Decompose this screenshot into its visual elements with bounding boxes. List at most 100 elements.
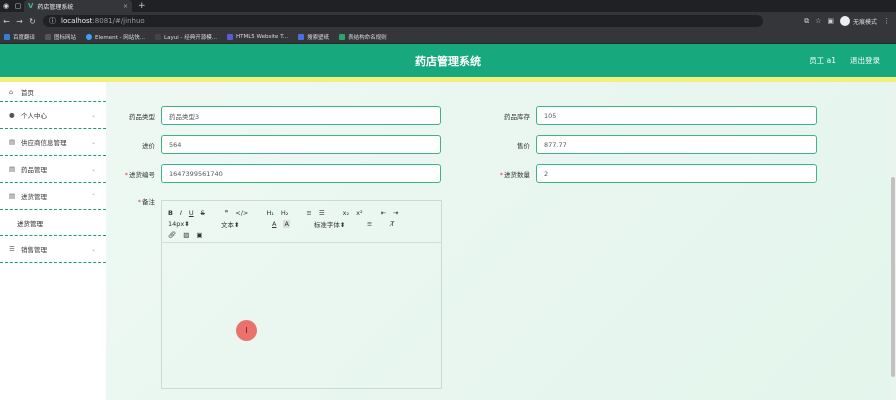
forward-icon[interactable]: → [13,17,26,26]
field-label: 售价 [517,141,530,150]
field-purchase-code: *进货编号 1647399561740 [119,164,441,183]
field-label: 备注 [142,198,155,206]
back-icon[interactable]: ← [0,17,13,26]
quantity-input[interactable]: 2 [536,164,817,183]
sidebar-item-label: 供应商信息管理 [21,139,67,147]
select-arrow-icon: ⬍ [339,220,346,229]
chevron-down-icon: ⌄ [90,245,96,253]
ordered-list-button[interactable]: ≡ [306,209,311,217]
header2-button[interactable]: H₂ [281,209,289,217]
blockquote-button[interactable]: ❞ [225,209,229,217]
vue-logo-icon: V [28,2,34,10]
chevron-down-icon: ⌄ [90,111,96,119]
purchase-code-input[interactable]: 1647399561740 [161,164,441,183]
bookmark-icon [86,33,93,40]
sidebar-item-label: 进货管理 [17,219,43,228]
bookmark-item[interactable]: 表结构命名规则 [339,33,387,41]
info-icon: ⓘ [49,17,56,25]
more-icon[interactable]: ⋮ [883,17,890,25]
translate-icon[interactable]: ⧉ [804,17,809,26]
image-icon[interactable]: ▨ [183,231,189,239]
italic-button[interactable]: I [180,209,182,217]
stock-input[interactable]: 105 [536,106,817,125]
scrollbar-thumb[interactable] [891,177,895,377]
link-icon[interactable]: 🔗︎ [168,231,176,239]
indent-button[interactable]: ⇥ [393,209,398,217]
bookmark-item[interactable]: Layui - 经典开源模... [155,33,217,41]
tab-list-icon[interactable]: ▢ [12,0,24,12]
sidebar-item-drugs[interactable]: ▤ 药品管理 ⌄ [0,156,106,183]
chevron-up-icon: ⌃ [90,192,96,200]
list-icon: ▤ [9,165,16,173]
rich-text-editor: B I U S ❞ </> H₁ H₂ ≡ ☰ x₂ x² ⇤ ⇥ 14px⬍ … [161,200,442,389]
select-arrow-icon: ⬍ [234,220,240,229]
sale-price-input[interactable]: 877.77 [536,135,817,154]
font-color-button[interactable]: A [272,220,276,228]
video-icon[interactable]: ▣ [196,231,202,239]
align-button[interactable]: ≡ [367,220,372,228]
browser-tab-bar: ◉ ▢ V 药店管理系统 × + [0,0,896,12]
text-style-select[interactable]: 文本⬍ [221,219,265,229]
close-tab-icon[interactable]: × [123,3,128,10]
sidebar-item-profile[interactable]: ● 个人中心 ⌄ [0,102,106,129]
browser-menu-icon[interactable]: ◉ [0,0,12,12]
font-size-select[interactable]: 14px⬍ [168,220,214,228]
cost-price-input[interactable]: 564 [161,135,441,154]
sidebar-item-home[interactable]: ⌂ 首页 [0,82,106,102]
incognito-badge[interactable]: 无痕模式 [839,16,877,26]
sidebar-item-label: 进货管理 [21,193,47,201]
sidebar-item-purchase[interactable]: ▤ 进货管理 ⌃ [0,183,106,210]
url-input[interactable]: ⓘ localhost:8081/#/jinhuo [43,15,763,27]
header1-button[interactable]: H₁ [266,209,274,217]
required-mark: * [137,198,141,206]
editor-content-area[interactable] [162,243,441,389]
subscript-button[interactable]: x₂ [343,209,349,217]
field-label: 进价 [142,141,155,150]
bold-button[interactable]: B [168,209,173,217]
field-quantity: *进货数量 2 [494,164,817,183]
required-mark: * [124,170,128,179]
menu-icon: ☰ [9,245,15,253]
page-title: 药店管理系统 [415,54,481,68]
chevron-down-icon: ⌄ [90,165,96,173]
sidebar-subitem-purchase[interactable]: 进货管理 [0,210,106,236]
drug-type-input[interactable]: 药品类型3 [161,106,441,125]
scrollbar[interactable] [890,82,896,400]
underline-button[interactable]: U [189,209,194,217]
browser-tab[interactable]: V 药店管理系统 × [24,0,132,12]
field-drug-type: 药品类型 药品类型3 [119,106,441,125]
incognito-avatar-icon [839,16,850,26]
field-cost: 进价 564 [119,135,441,154]
bookmark-item[interactable]: 百度翻译 [4,33,35,41]
editor-toolbar: B I U S ❞ </> H₁ H₂ ≡ ☰ x₂ x² ⇤ ⇥ 14px⬍ … [162,201,441,243]
field-label: 药品库存 [504,112,530,121]
bookmark-icon [45,33,52,40]
new-tab-button[interactable]: + [138,1,146,11]
bookmark-icon [226,33,233,40]
bookmark-item[interactable]: 图标网站 [45,33,76,41]
background-color-button[interactable]: A [283,219,290,228]
bookmark-item[interactable]: Element - 网站快... [86,33,145,41]
bookmark-item[interactable]: HTML5 Website T... [226,33,288,40]
bookmark-icon [4,33,10,40]
sidebar-item-label: 药品管理 [21,166,47,174]
code-button[interactable]: </> [235,209,248,217]
bookmark-icon [339,33,346,40]
bookmark-icon [298,33,305,40]
outdent-button[interactable]: ⇤ [381,209,386,217]
app-header: 药店管理系统 员工 a1 退出登录 [0,44,896,77]
superscript-button[interactable]: x² [356,209,362,217]
sidebar-item-suppliers[interactable]: ▤ 供应商信息管理 ⌄ [0,129,106,156]
star-icon[interactable]: ☆ [815,17,821,25]
strike-button[interactable]: S [201,209,205,217]
sidepanel-icon[interactable]: ▣ [827,17,834,25]
logout-button[interactable]: 退出登录 [850,55,880,66]
font-family-select[interactable]: 标准字体⬍ [314,219,360,229]
bullet-list-button[interactable]: ☰ [319,209,325,217]
bookmark-item[interactable]: 搜索壁纸 [298,33,329,41]
bookmark-icon [155,33,162,40]
sidebar-item-sales[interactable]: ☰ 销售管理 ⌄ [0,236,106,263]
current-user: 员工 a1 [809,56,836,65]
reload-icon[interactable]: ↻ [26,17,39,26]
clear-format-button[interactable]: T̸ [390,220,394,228]
